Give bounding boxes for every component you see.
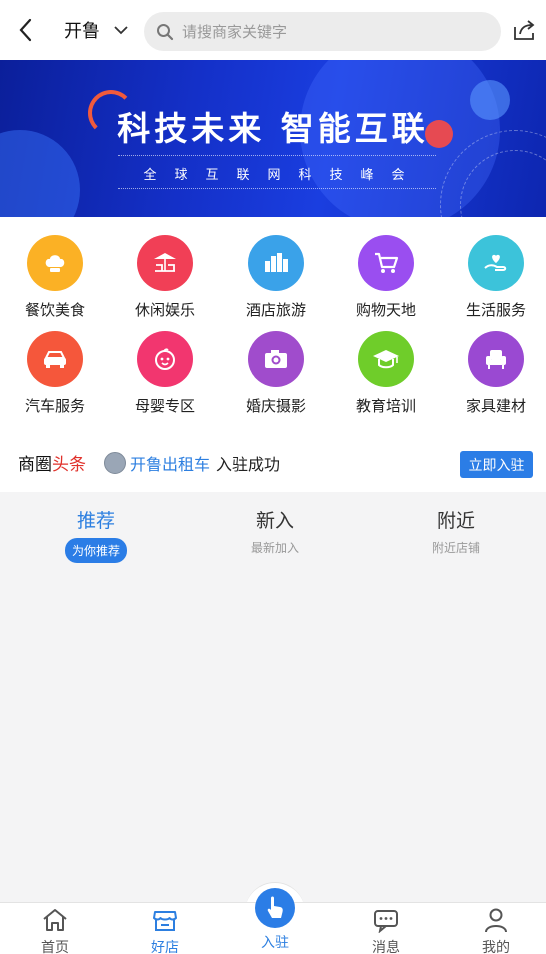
category-label: 购物天地 (355, 301, 416, 319)
nav-join-button[interactable] (255, 888, 295, 928)
camera-icon (248, 331, 304, 387)
category-mother-baby[interactable]: 母婴专区 (110, 331, 220, 416)
nav-label: 好店 (151, 940, 179, 954)
news-heading: 商圈头条 (18, 450, 86, 475)
nav-shops[interactable]: 好店 (110, 903, 220, 954)
tab-title: 附近 (436, 510, 475, 532)
category-life-services[interactable]: 生活服务 (441, 235, 546, 320)
join-now-button[interactable]: 立即入驻 (460, 451, 533, 478)
category-leisure[interactable]: 休闲娱乐 (110, 235, 220, 320)
armchair-icon (468, 331, 524, 387)
tab-subtitle: 附近店铺 (431, 541, 480, 555)
shop-tabs: 推荐 为你推荐 新入 最新加入 附近 附近店铺 (0, 492, 546, 563)
store-icon (110, 907, 220, 933)
shop-avatar (104, 451, 126, 474)
nav-mine[interactable]: 我的 (441, 903, 546, 954)
city-selector[interactable]: 开鲁 (50, 0, 142, 60)
category-label: 餐饮美食 (24, 301, 85, 319)
top-bar: 开鲁 (0, 0, 546, 60)
tab-recommended[interactable]: 推荐 为你推荐 (5, 492, 187, 563)
news-message: 入驻成功 (216, 454, 281, 474)
category-furniture[interactable]: 家具建材 (441, 331, 546, 416)
tap-hand-icon (267, 896, 283, 918)
tab-new[interactable]: 新入 最新加入 (184, 492, 366, 556)
car-icon (27, 331, 83, 387)
home-icon (0, 907, 110, 933)
category-hotel-travel[interactable]: 酒店旅游 (221, 235, 331, 320)
category-label: 教育培训 (355, 397, 416, 415)
share-button[interactable] (510, 15, 540, 45)
category-label: 汽车服务 (24, 397, 85, 415)
back-arrow-icon (19, 18, 32, 42)
chevron-down-icon (114, 25, 128, 35)
tab-nearby[interactable]: 附近 附近店铺 (365, 492, 546, 556)
chef-hat-icon (27, 235, 83, 291)
category-auto[interactable]: 汽车服务 (0, 331, 110, 416)
news-shop-name[interactable]: 开鲁出租车 (130, 451, 210, 475)
category-label: 婚庆摄影 (245, 397, 306, 415)
back-button[interactable] (0, 0, 50, 60)
chat-bubble-icon (331, 907, 441, 933)
category-label: 家具建材 (465, 397, 526, 415)
nav-label: 消息 (372, 940, 400, 954)
user-icon (441, 907, 546, 933)
search-bar[interactable] (144, 12, 501, 51)
tab-title: 新入 (255, 510, 294, 532)
heart-hand-icon (468, 235, 524, 291)
graduation-cap-icon (358, 331, 414, 387)
city-buildings-icon (248, 235, 304, 291)
banner-divider (118, 188, 436, 189)
category-label: 休闲娱乐 (134, 301, 195, 319)
category-label: 酒店旅游 (245, 301, 306, 319)
umbrella-lounge-icon (137, 235, 193, 291)
nav-home[interactable]: 首页 (0, 903, 110, 954)
search-icon (157, 23, 174, 40)
category-label: 母婴专区 (134, 397, 195, 415)
nav-label: 我的 (482, 940, 510, 954)
news-heading-prefix: 商圈 (18, 455, 52, 475)
share-icon (514, 20, 535, 40)
search-input[interactable] (182, 22, 482, 41)
shopping-cart-icon (358, 235, 414, 291)
tab-subtitle: 最新加入 (250, 541, 299, 555)
news-ticker[interactable]: 商圈头条 开鲁出租车 入驻成功 立即入驻 (0, 433, 546, 492)
news-heading-highlight: 头条 (52, 455, 86, 475)
banner-subtitle: 全球互联网科技峰会 (143, 168, 423, 183)
tab-subtitle: 为你推荐 (64, 538, 127, 563)
nav-join-label: 入驻 (261, 935, 289, 951)
city-label: 开鲁 (64, 21, 100, 42)
tab-title: 推荐 (76, 510, 115, 532)
nav-messages[interactable]: 消息 (331, 903, 441, 954)
baby-face-icon (137, 331, 193, 387)
category-food[interactable]: 餐饮美食 (0, 235, 110, 320)
promo-banner[interactable]: 科技未来 智能互联 全球互联网科技峰会 (0, 60, 546, 217)
category-education[interactable]: 教育培训 (331, 331, 441, 416)
banner-title: 科技未来 智能互联 (117, 109, 429, 148)
category-label: 生活服务 (465, 301, 526, 319)
category-grid: 餐饮美食 休闲娱乐 酒店旅游 购物天地 生活服务 汽车服务 母婴专区 婚庆摄影 … (0, 217, 546, 433)
nav-label: 首页 (41, 940, 69, 954)
banner-divider (118, 155, 436, 156)
category-shopping[interactable]: 购物天地 (331, 235, 441, 320)
category-wedding-photo[interactable]: 婚庆摄影 (221, 331, 331, 416)
